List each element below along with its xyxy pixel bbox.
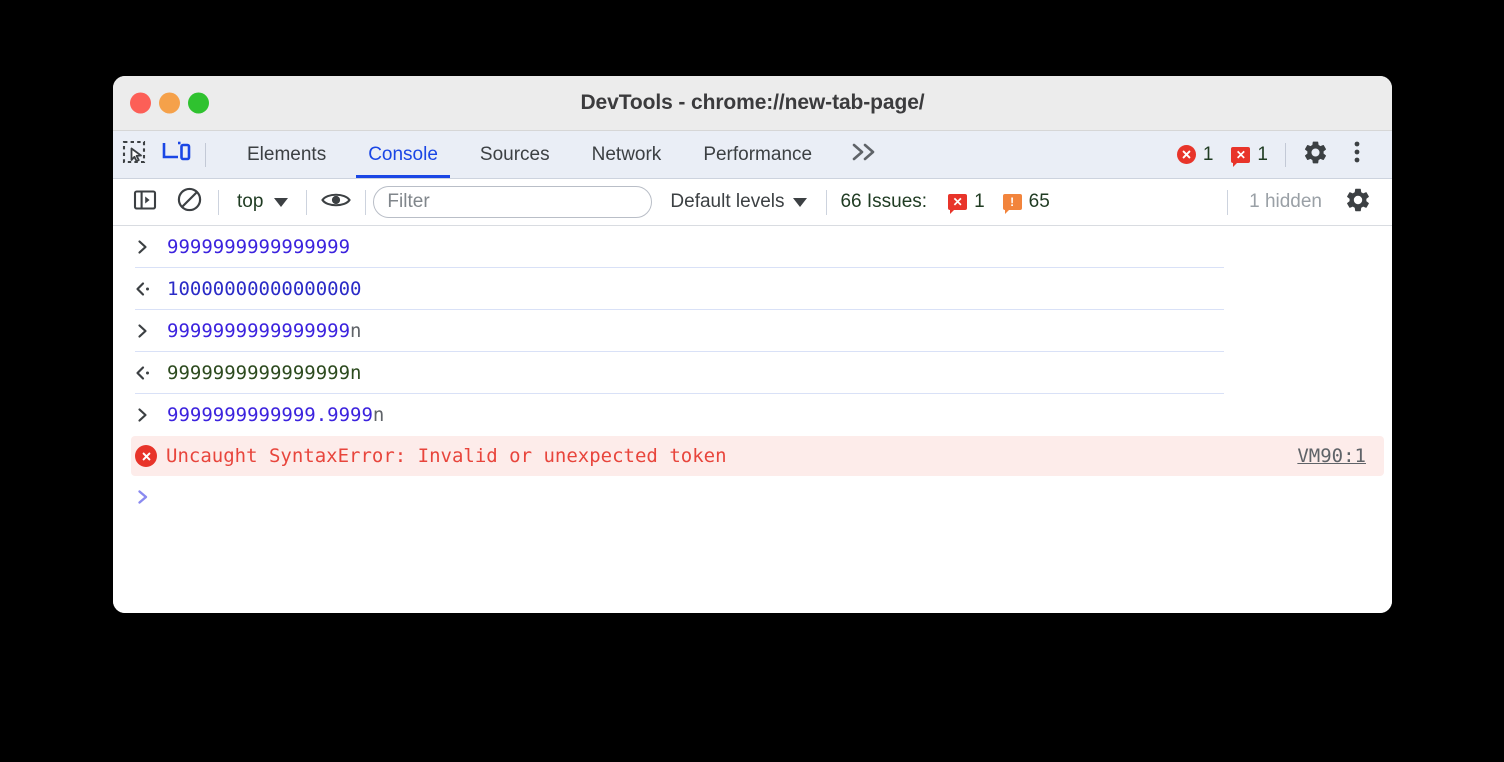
devtools-window: DevTools - chrome://new-tab-page/ Elemen… — [113, 76, 1392, 613]
gear-icon — [1302, 139, 1329, 171]
issues-warning-value: 65 — [1028, 191, 1050, 212]
issues-error-value: 1 — [974, 191, 985, 212]
console-message-row[interactable]: 9999999999999999 n — [113, 310, 1392, 352]
tab-sources[interactable]: Sources — [459, 131, 571, 178]
tab-performance-label: Performance — [703, 143, 813, 165]
window-title: DevTools - chrome://new-tab-page/ — [580, 91, 925, 114]
tabbar-right-controls: 1 ✕ 1 — [1168, 131, 1392, 178]
console-message-text: 9999999999999999 — [167, 320, 351, 342]
log-levels-selector[interactable]: Default levels — [658, 191, 819, 213]
devtools-settings-button[interactable] — [1294, 135, 1336, 175]
screenshot-root: DevTools - chrome://new-tab-page/ Elemen… — [0, 0, 1504, 762]
console-message-row[interactable]: 9999999999999.9999 n — [113, 394, 1392, 436]
console-settings-button[interactable] — [1336, 182, 1380, 222]
issues-error-count[interactable]: ✕ 1 — [939, 191, 994, 214]
tab-performance[interactable]: Performance — [682, 131, 833, 178]
hidden-messages-label[interactable]: 1 hidden — [1249, 191, 1322, 213]
message-error-glyph: ✕ — [952, 195, 963, 209]
message-warning-glyph: ! — [1010, 195, 1015, 209]
tabbar-right-divider — [1285, 142, 1286, 167]
clear-console-icon — [176, 186, 203, 218]
error-count-button[interactable]: 1 — [1168, 144, 1223, 166]
toolbar-divider-4 — [826, 189, 828, 215]
error-circle-icon — [135, 445, 157, 467]
console-message-row[interactable]: 10000000000000000 — [113, 268, 1392, 310]
log-levels-label: Default levels — [670, 191, 785, 212]
toolbar-divider-1 — [218, 189, 219, 215]
devtools-tabs: Elements Console Sources Network Perform… — [226, 131, 899, 178]
issues-count-label: 66 Issues: — [840, 191, 928, 212]
execution-context-selector[interactable]: top — [226, 191, 299, 213]
result-chevron-icon — [135, 281, 167, 297]
toolbar-divider-2 — [306, 189, 308, 215]
input-chevron-icon — [135, 407, 167, 423]
devtools-more-options-button[interactable] — [1336, 135, 1378, 175]
console-filter-input[interactable] — [373, 186, 653, 218]
message-warning-icon: ! — [1002, 194, 1022, 214]
window-titlebar: DevTools - chrome://new-tab-page/ — [113, 76, 1392, 131]
console-message-suffix: n — [372, 404, 385, 426]
result-chevron-icon — [135, 365, 167, 381]
chevron-down-icon — [274, 197, 289, 207]
console-error-row[interactable]: Uncaught SyntaxError: Invalid or unexpec… — [131, 436, 1384, 476]
live-expression-button[interactable] — [314, 182, 358, 222]
inspect-element-button[interactable] — [113, 135, 155, 175]
show-console-sidebar-icon — [132, 187, 158, 218]
tab-elements-label: Elements — [247, 143, 327, 165]
error-circle-icon — [1176, 145, 1196, 164]
three-dot-menu-icon — [1353, 139, 1361, 170]
tab-console[interactable]: Console — [347, 131, 459, 178]
devtools-tabbar: Elements Console Sources Network Perform… — [113, 131, 1392, 179]
toolbar-divider-3 — [365, 189, 367, 215]
console-prompt-row[interactable] — [113, 476, 1392, 518]
live-expression-eye-icon — [320, 188, 352, 217]
input-chevron-icon — [135, 239, 167, 255]
console-message-text: 9999999999999999n — [167, 362, 362, 384]
issues-summary[interactable]: 66 Issues: ✕ 1 ! 65 — [840, 191, 1059, 214]
inspect-element-icon — [121, 139, 147, 170]
close-window-button[interactable] — [130, 92, 151, 114]
prompt-chevron-icon — [135, 488, 151, 506]
maximize-window-button[interactable] — [188, 92, 209, 114]
tab-network-label: Network — [591, 143, 662, 165]
console-message-row[interactable]: 9999999999999999 — [113, 226, 1392, 268]
chevron-down-icon — [793, 197, 808, 207]
device-toolbar-icon — [161, 139, 191, 170]
execution-context-label: top — [237, 191, 264, 212]
console-toolbar: top Default levels 66 Issu — [113, 179, 1392, 226]
tab-network[interactable]: Network — [571, 131, 683, 178]
toolbar-divider-5 — [1227, 189, 1229, 215]
tabbar-divider — [205, 142, 206, 167]
console-error-text: Uncaught SyntaxError: Invalid or unexpec… — [166, 445, 727, 467]
console-message-text: 10000000000000000 — [167, 278, 362, 300]
message-error-icon: ✕ — [948, 194, 968, 214]
issues-warning-count[interactable]: ! 65 — [994, 191, 1059, 214]
message-error-glyph: ✕ — [1235, 147, 1246, 162]
traffic-light-buttons — [130, 92, 209, 114]
error-count-value: 1 — [1202, 143, 1214, 165]
console-message-text: 9999999999999999 — [167, 236, 351, 258]
clear-console-button[interactable] — [167, 182, 211, 222]
tab-sources-label: Sources — [479, 143, 550, 165]
input-chevron-icon — [135, 323, 167, 339]
hidden-messages-group: 1 hidden — [1220, 182, 1392, 222]
console-message-suffix: n — [350, 320, 362, 342]
more-tabs-button[interactable] — [833, 140, 899, 169]
console-message-list: 9999999999999999 10000000000000000 99999… — [113, 226, 1392, 613]
toggle-device-toolbar-button[interactable] — [155, 135, 197, 175]
error-source-link[interactable]: VM90:1 — [1297, 445, 1366, 467]
console-settings-gear-icon — [1344, 186, 1372, 219]
console-message-row[interactable]: 9999999999999999n — [113, 352, 1392, 394]
double-chevron-right-icon — [849, 140, 883, 169]
message-count-button[interactable]: ✕ 1 — [1222, 143, 1277, 167]
minimize-window-button[interactable] — [159, 92, 180, 114]
message-count-value: 1 — [1257, 143, 1268, 165]
tab-console-label: Console — [368, 143, 438, 165]
console-message-text: 9999999999999.9999 — [167, 404, 373, 426]
message-error-icon: ✕ — [1231, 146, 1251, 167]
console-sidebar-toggle-button[interactable] — [123, 182, 167, 222]
tab-elements[interactable]: Elements — [226, 131, 347, 178]
